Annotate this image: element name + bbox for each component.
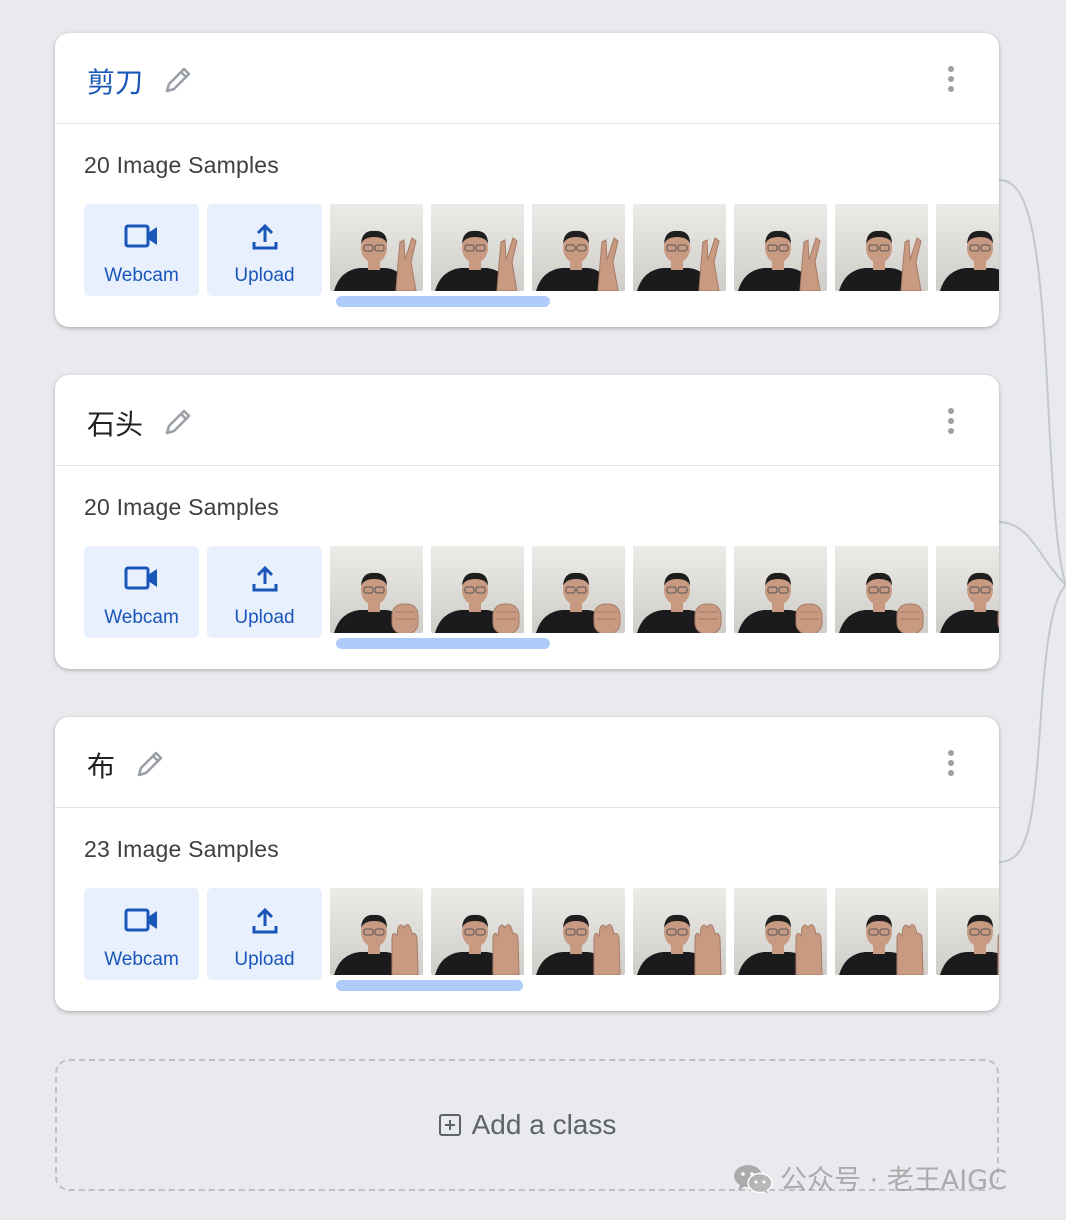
add-class-label: Add a class (471, 1109, 617, 1140)
sample-thumbnail[interactable] (431, 546, 524, 633)
sample-thumbnail[interactable] (330, 204, 423, 291)
more-vert-icon[interactable] (937, 405, 965, 439)
class-name[interactable]: 剪刀 (87, 63, 143, 103)
watermark-text: 公众号 · 老王AIGC (780, 1165, 1007, 1196)
more-vert-icon[interactable] (937, 63, 965, 97)
sample-thumbnail[interactable] (532, 546, 625, 633)
pencil-icon[interactable] (161, 405, 195, 439)
sample-thumbnail[interactable] (633, 204, 726, 291)
class-card-header: 石头 (55, 375, 999, 466)
more-vert-icon[interactable] (937, 747, 965, 781)
webcam-label: Webcam (104, 949, 179, 970)
add-box-icon (438, 1114, 461, 1136)
image-samples-count: 20 Image Samples (84, 152, 279, 178)
wechat-icon (734, 1165, 773, 1194)
sample-thumbnail[interactable] (936, 888, 999, 975)
thumbnail-scrollbar[interactable] (336, 980, 523, 991)
webcam-label: Webcam (104, 265, 179, 286)
sample-thumbnail[interactable] (431, 204, 524, 291)
sample-thumbnails[interactable] (330, 204, 999, 291)
webcam-label: Webcam (104, 607, 179, 628)
sample-thumbnail[interactable] (330, 888, 423, 975)
sample-thumbnail[interactable] (835, 888, 928, 975)
image-samples-count: 20 Image Samples (84, 494, 279, 520)
sample-thumbnail[interactable] (936, 204, 999, 291)
sample-thumbnail[interactable] (633, 888, 726, 975)
thumbnail-scrollbar[interactable] (336, 638, 550, 649)
sample-thumbnail[interactable] (734, 204, 827, 291)
sample-thumbnails[interactable] (330, 546, 999, 633)
sample-thumbnail[interactable] (330, 546, 423, 633)
pencil-icon[interactable] (133, 747, 167, 781)
sample-thumbnail[interactable] (734, 546, 827, 633)
upload-label: Upload (234, 949, 295, 970)
image-samples-count: 23 Image Samples (84, 836, 279, 862)
watermark: 公众号 · 老王AIGC (732, 1158, 1007, 1197)
webcam-button[interactable]: Webcam (84, 204, 199, 296)
upload-button[interactable]: Upload (207, 204, 322, 296)
upload-label: Upload (234, 265, 295, 286)
teachable-machine-classes-panel: 剪刀 20 Image Samples Webcam Upload 石头 20 … (0, 0, 1066, 1220)
class-card-header: 剪刀 (55, 33, 999, 124)
class-card: 布 23 Image Samples Webcam Upload (55, 717, 999, 1011)
sample-thumbnail[interactable] (734, 888, 827, 975)
class-card-header: 布 (55, 717, 999, 808)
upload-button[interactable]: Upload (207, 888, 322, 980)
pencil-icon[interactable] (161, 63, 195, 97)
class-name[interactable]: 石头 (87, 405, 143, 445)
sample-thumbnail[interactable] (835, 204, 928, 291)
upload-label: Upload (234, 607, 295, 628)
sample-thumbnail[interactable] (532, 204, 625, 291)
sample-thumbnail[interactable] (431, 888, 524, 975)
webcam-button[interactable]: Webcam (84, 546, 199, 638)
sample-thumbnails[interactable] (330, 888, 999, 975)
thumbnail-scrollbar[interactable] (336, 296, 550, 307)
add-class-content: Add a class (57, 1109, 997, 1141)
sample-thumbnail[interactable] (532, 888, 625, 975)
sample-thumbnail[interactable] (835, 546, 928, 633)
sample-thumbnail[interactable] (633, 546, 726, 633)
sample-thumbnail[interactable] (936, 546, 999, 633)
class-name[interactable]: 布 (87, 747, 115, 787)
class-card: 剪刀 20 Image Samples Webcam Upload (55, 33, 999, 327)
class-card: 石头 20 Image Samples Webcam Upload (55, 375, 999, 669)
webcam-button[interactable]: Webcam (84, 888, 199, 980)
upload-button[interactable]: Upload (207, 546, 322, 638)
